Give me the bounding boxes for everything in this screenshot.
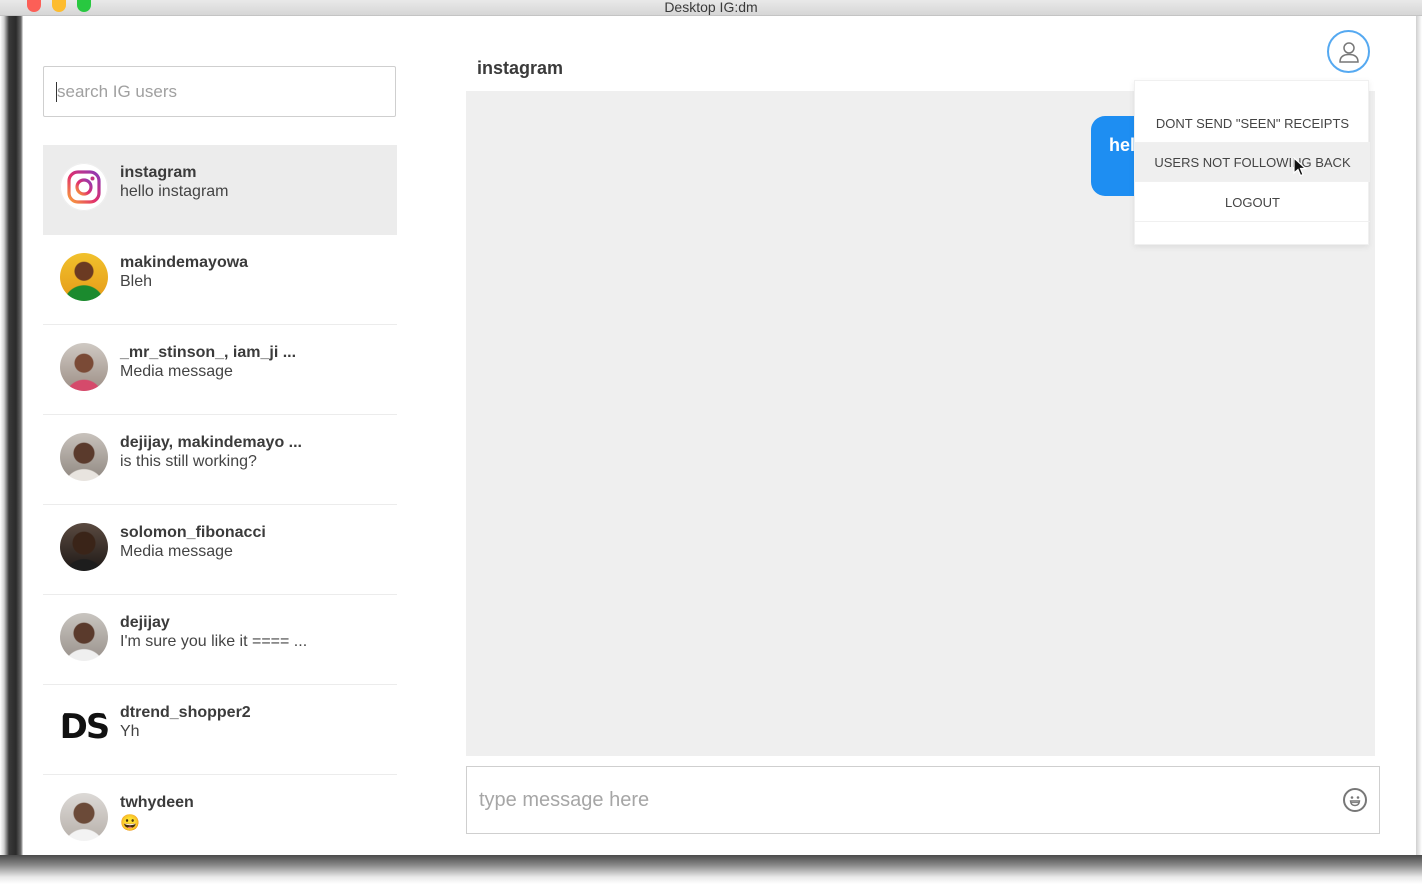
- avatar: [60, 433, 108, 481]
- menu-item-dont-send-seen[interactable]: DONT SEND "SEEN" RECEIPTS: [1135, 104, 1370, 143]
- conversation-list: instagram hello instagram makindemayowa …: [43, 145, 397, 865]
- conversation-item[interactable]: makindemayowa Bleh: [43, 235, 397, 325]
- chat-title: instagram: [477, 58, 564, 78]
- avatar: [60, 343, 108, 391]
- conversation-name: solomon_fibonacci: [120, 524, 266, 541]
- conversation-name: makindemayowa: [120, 254, 249, 271]
- window-shadow-bottom: [0, 855, 1422, 884]
- window-titlebar: Desktop IG:dm: [0, 0, 1422, 16]
- text-caret: [56, 82, 57, 102]
- conversation-name: dejijay, makindemayo ...: [120, 434, 302, 451]
- conversation-preview: is this still working?: [120, 453, 257, 470]
- zoom-window-button[interactable]: [77, 0, 91, 12]
- avatar: [60, 613, 108, 661]
- conversation-item[interactable]: _mr_stinson_, iam_ji ... Media message: [43, 325, 397, 415]
- window-title: Desktop IG:dm: [664, 0, 758, 15]
- conversation-item[interactable]: DS dtrend_shopper2 Yh: [43, 685, 397, 775]
- conversation-item[interactable]: solomon_fibonacci Media message: [43, 505, 397, 595]
- conversation-preview: Media message: [120, 543, 233, 560]
- conversation-preview: Yh: [120, 723, 140, 740]
- conversation-preview: Media message: [120, 363, 233, 380]
- conversation-item[interactable]: dejijay I'm sure you like it ==== ...: [43, 595, 397, 685]
- conversation-name: twhydeen: [120, 794, 194, 811]
- conversation-preview: Bleh: [120, 273, 153, 290]
- profile-dropdown-menu: DONT SEND "SEEN" RECEIPTS USERS NOT FOLL…: [1134, 80, 1370, 245]
- avatar: [60, 523, 108, 571]
- user-icon[interactable]: [1327, 30, 1370, 73]
- window-shadow-right: [1416, 16, 1422, 884]
- conversation-name: dejijay: [120, 614, 170, 631]
- menu-item-users-not-following-back[interactable]: USERS NOT FOLLOWING BACK: [1135, 143, 1370, 182]
- search-input[interactable]: [43, 66, 396, 117]
- conversation-name: dtrend_shopper2: [120, 704, 251, 721]
- conversation-item[interactable]: instagram hello instagram: [43, 145, 397, 235]
- smiley-icon[interactable]: [1343, 788, 1367, 812]
- avatar: [60, 793, 108, 841]
- conversation-preview: I'm sure you like it ==== ...: [120, 633, 308, 650]
- conversation-item[interactable]: dejijay, makindemayo ... is this still w…: [43, 415, 397, 505]
- avatar: DS: [60, 703, 108, 751]
- pointer-cursor-icon: [1293, 156, 1308, 182]
- conversation-item[interactable]: twhydeen 😀: [43, 775, 397, 865]
- instagram-logo-icon: [60, 163, 108, 211]
- minimize-window-button[interactable]: [52, 0, 66, 12]
- conversation-preview: 😀: [120, 815, 140, 832]
- conversation-name: instagram: [120, 164, 197, 181]
- window-shadow-left: [0, 16, 23, 884]
- close-window-button[interactable]: [27, 0, 41, 12]
- conversation-name: _mr_stinson_, iam_ji ...: [120, 344, 297, 361]
- avatar: [60, 253, 108, 301]
- message-input[interactable]: [466, 766, 1380, 834]
- conversation-preview: hello instagram: [120, 183, 229, 200]
- menu-item-logout[interactable]: LOGOUT: [1135, 183, 1370, 222]
